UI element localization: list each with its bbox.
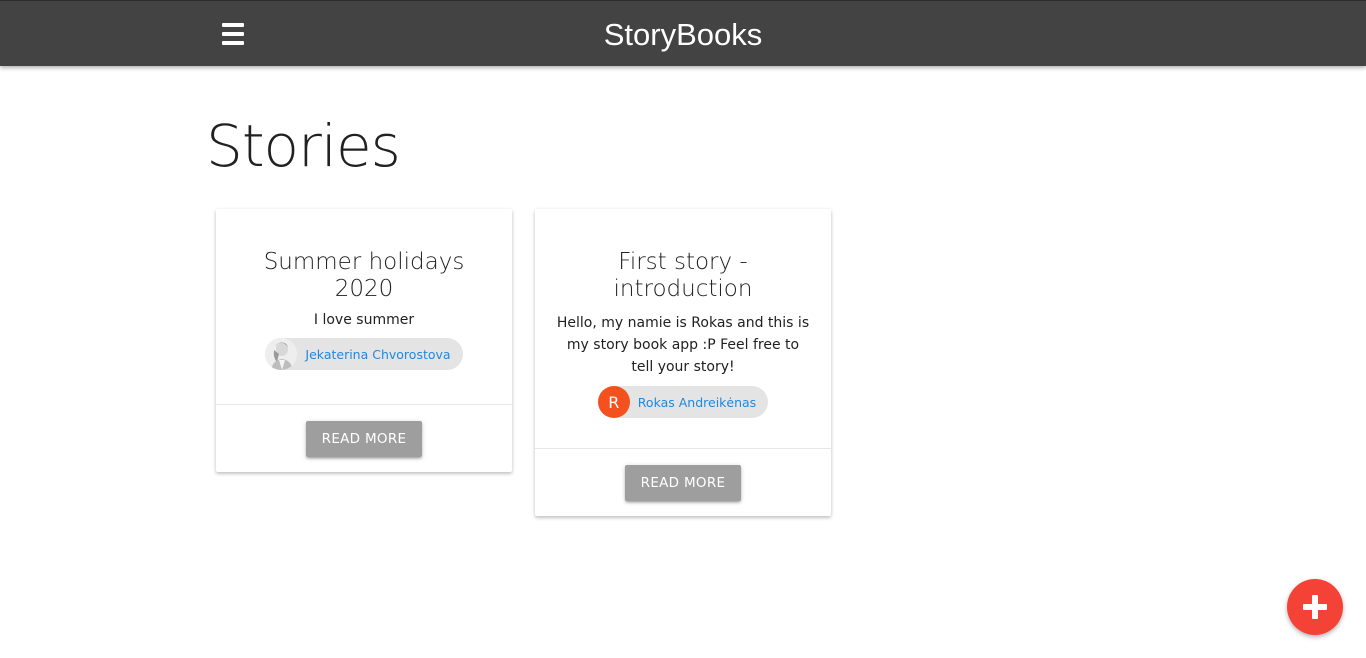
card-action: READ MORE — [535, 448, 831, 516]
card-content: Summer holidays 2020 I love summer Jekat… — [216, 209, 512, 374]
read-more-button[interactable]: READ MORE — [624, 465, 742, 501]
author-avatar: R — [597, 386, 630, 418]
story-title: First story - introduction — [613, 249, 753, 302]
card-action: READ MORE — [216, 404, 512, 472]
author-name[interactable]: Rokas Andreikėnas — [638, 395, 756, 410]
read-more-button[interactable]: READ MORE — [305, 421, 423, 457]
author-name[interactable]: Jekaterina Chvorostova — [305, 347, 450, 362]
story-excerpt: I love summer — [313, 312, 415, 328]
story-card: First story - introduction Hello, my nam… — [535, 209, 831, 516]
author-chip[interactable]: R Rokas Andreikėnas — [597, 386, 769, 418]
add-story-button[interactable] — [1287, 579, 1343, 635]
author-avatar — [265, 338, 298, 370]
top-navbar: StoryBooks — [0, 0, 1366, 66]
author-chip[interactable]: Jekaterina Chvorostova — [265, 338, 463, 370]
story-excerpt: Hello, my namie is Rokas and this is my … — [556, 315, 810, 375]
story-title: Summer holidays 2020 — [263, 249, 465, 302]
page-title: Stories — [206, 112, 401, 180]
brand-logo[interactable]: StoryBooks — [0, 15, 1366, 55]
story-card: Summer holidays 2020 I love summer Jekat… — [216, 209, 512, 472]
card-content: First story - introduction Hello, my nam… — [535, 209, 831, 418]
